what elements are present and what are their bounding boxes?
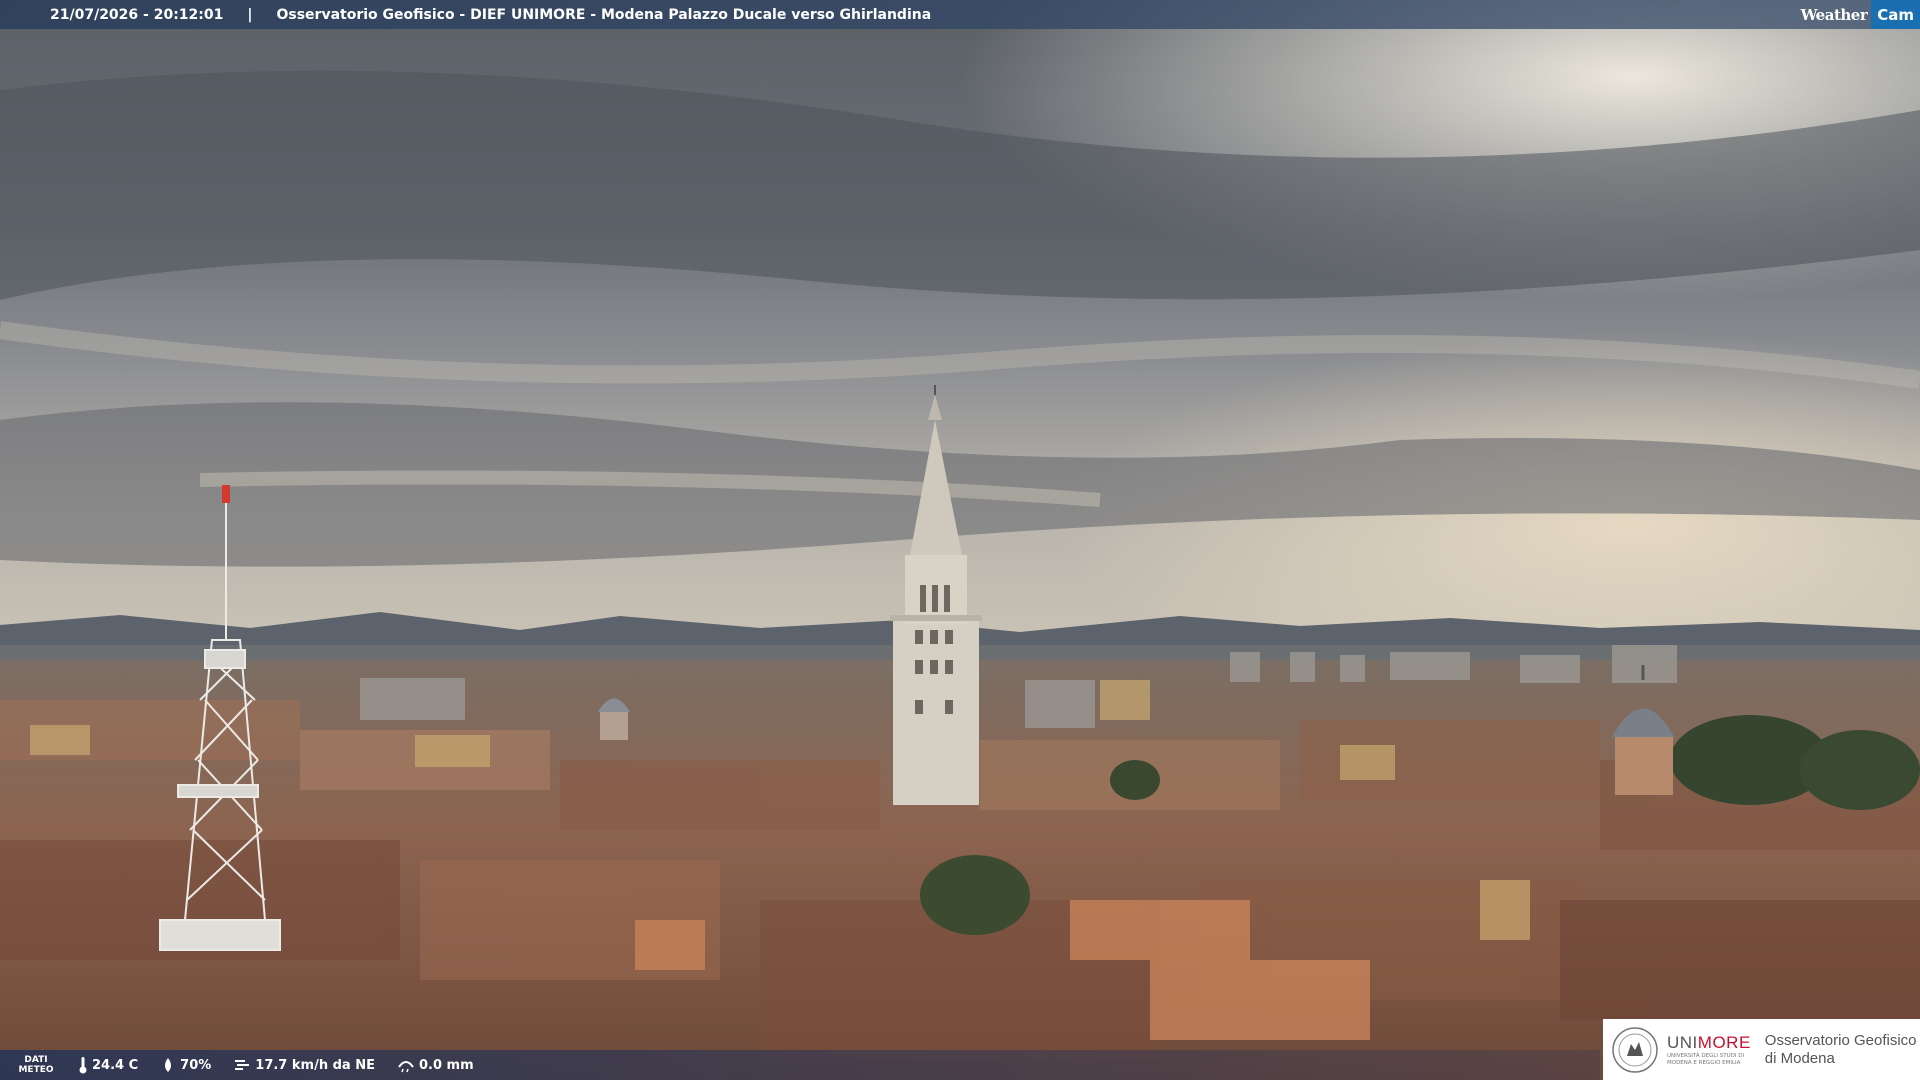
rain-gauge-icon xyxy=(398,1061,414,1073)
unimore-wordmark: UNIMORE UNIVERSITÀ DEGLI STUDI DI MODENA… xyxy=(1667,1032,1751,1066)
wind-icon xyxy=(235,1060,250,1070)
weather-data-label: DATI METEO xyxy=(18,1055,54,1075)
temperature-value: 24.4 C xyxy=(92,1057,139,1073)
wind-readout: 17.7 km/h da NE xyxy=(233,1057,375,1073)
weather-data-bar: DATI METEO 24.4 C 70% 17.7 km/h da NE 0.… xyxy=(0,1050,1600,1080)
observatory-name: Osservatorio Geofisico di Modena xyxy=(1764,1031,1917,1067)
rain-readout: 0.0 mm xyxy=(397,1057,474,1073)
university-seal-icon xyxy=(1612,1026,1658,1073)
webcam-photo xyxy=(0,0,1920,1080)
camera-title: Osservatorio Geofisico - DIEF UNIMORE - … xyxy=(276,6,932,23)
wind-value: 17.7 km/h da NE xyxy=(255,1057,375,1073)
humidity-readout: 70% xyxy=(160,1057,211,1073)
separator: | xyxy=(247,6,253,23)
humidity-drop-icon xyxy=(165,1058,172,1072)
cam-text: Cam xyxy=(1871,0,1920,29)
weathercam-logo: Weather Cam xyxy=(1797,0,1920,29)
unimore-logo-panel: UNIMORE UNIVERSITÀ DEGLI STUDI DI MODENA… xyxy=(1603,1019,1920,1080)
humidity-value: 70% xyxy=(180,1057,212,1073)
trees xyxy=(920,855,1030,935)
datetime-text: 21/07/2026 - 20:12:01 xyxy=(50,6,224,23)
temperature-readout: 24.4 C xyxy=(78,1056,138,1074)
top-info-bar: 21/07/2026 - 20:12:01 | Osservatorio Geo… xyxy=(0,0,1920,29)
rain-value: 0.0 mm xyxy=(418,1057,474,1073)
weather-text: Weather xyxy=(1800,5,1868,24)
thermometer-icon xyxy=(79,1057,87,1074)
